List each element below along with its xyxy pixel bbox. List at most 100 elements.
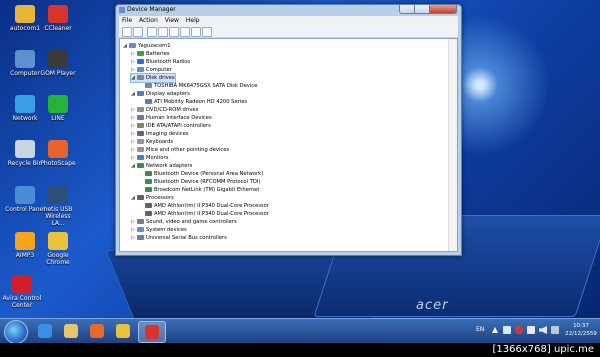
device-category[interactable]: ▷ Human Interface Devices bbox=[131, 114, 212, 122]
device-label: Bluetooth Radios bbox=[146, 59, 191, 65]
taskbar-ie-button[interactable] bbox=[32, 321, 58, 341]
device-label: DVD/CD-ROM drives bbox=[146, 107, 199, 113]
gom-player-icon bbox=[48, 50, 68, 68]
desktop-icon-gom-player[interactable]: GOM Player bbox=[38, 50, 78, 77]
device-category[interactable]: ▷ Sound, video and game controllers bbox=[131, 218, 237, 226]
control-panel-icon bbox=[15, 186, 35, 204]
computer-icon bbox=[15, 50, 35, 68]
avira-tray-icon[interactable] bbox=[515, 326, 523, 334]
device-icon bbox=[137, 59, 144, 64]
explorer-icon bbox=[64, 324, 78, 338]
recycle-bin-icon bbox=[15, 140, 35, 158]
desktop-icon-netis[interactable]: netis USB Wireless LA... bbox=[38, 186, 78, 227]
device-category[interactable]: ◢ Disk drives bbox=[130, 73, 176, 83]
back-arrow-icon[interactable] bbox=[122, 27, 132, 37]
device-category[interactable]: ▷ Batteries bbox=[131, 50, 169, 58]
device-category[interactable]: ▷ Keyboards bbox=[131, 138, 173, 146]
network-tray-icon[interactable] bbox=[527, 326, 535, 334]
device-category[interactable]: ▷ Mice and other pointing devices bbox=[131, 146, 229, 154]
update-driver-icon[interactable] bbox=[191, 27, 201, 37]
watermark-text: [1366x768] upic.me bbox=[492, 344, 594, 355]
device-item[interactable]: ATI Mobility Radeon HD 4200 Series bbox=[139, 98, 247, 106]
action-center-flag-icon[interactable] bbox=[503, 326, 511, 334]
device-category[interactable]: ▷ Imaging devices bbox=[131, 130, 188, 138]
start-button[interactable] bbox=[4, 320, 28, 343]
taskbar-chrome-button[interactable] bbox=[110, 321, 136, 341]
maximize-button[interactable] bbox=[414, 5, 430, 14]
desktop-icon-chrome[interactable]: Google Chrome bbox=[38, 232, 78, 266]
device-label: AMD Athlon(tm) II P340 Dual-Core Process… bbox=[154, 211, 269, 217]
avira-icon bbox=[12, 275, 32, 293]
device-category[interactable]: ◢ Network adapters bbox=[131, 162, 192, 170]
device-icon bbox=[137, 115, 144, 120]
device-icon bbox=[145, 83, 152, 88]
device-label: IDE ATA/ATAPI controllers bbox=[146, 123, 211, 129]
menu-view[interactable]: View bbox=[165, 17, 179, 24]
device-category[interactable]: ◢ Display adapters bbox=[131, 90, 190, 98]
device-label: Imaging devices bbox=[146, 131, 189, 137]
desktop-icon-avira[interactable]: Avira Control Center bbox=[2, 275, 42, 309]
desktop-icon-label: Google Chrome bbox=[46, 252, 70, 266]
device-icon bbox=[137, 51, 144, 56]
device-category[interactable]: ◢ Processors bbox=[131, 194, 174, 202]
properties-icon[interactable] bbox=[158, 27, 168, 37]
desktop-icon-ccleaner[interactable]: CCleaner bbox=[38, 5, 78, 32]
device-label: Bluetooth Device (Personal Area Network) bbox=[154, 171, 264, 177]
taskbar-device-manager-button[interactable] bbox=[138, 321, 166, 343]
device-category[interactable]: ▷ Universal Serial Bus controllers bbox=[131, 234, 227, 242]
tree-root[interactable]: ◢ Yaguzacom1 bbox=[123, 42, 171, 50]
language-indicator[interactable]: EN bbox=[476, 326, 484, 333]
device-icon bbox=[145, 187, 152, 192]
taskbar-explorer-button[interactable] bbox=[58, 321, 84, 341]
menu-file[interactable]: File bbox=[122, 17, 132, 24]
device-category[interactable]: ▷ Computer bbox=[131, 66, 172, 74]
chrome-icon bbox=[48, 232, 68, 250]
wallpaper-acer-logo: acer bbox=[416, 298, 449, 313]
desktop-icon-label: LINE bbox=[51, 115, 65, 122]
desktop-icon-photoscape[interactable]: PhotoScape bbox=[38, 140, 78, 167]
device-icon bbox=[145, 211, 152, 216]
desktop-icon-label: netis USB Wireless LA... bbox=[43, 206, 73, 227]
device-category[interactable]: ▷ IDE ATA/ATAPI controllers bbox=[131, 122, 211, 130]
battery-icon[interactable] bbox=[551, 326, 559, 334]
device-manager-title-icon bbox=[119, 7, 125, 13]
show-hidden-icons-icon[interactable] bbox=[492, 327, 498, 333]
desktop-icon-label: PhotoScape bbox=[40, 160, 76, 167]
device-item[interactable]: Broadcom NetLink (TM) Gigabit Ethernet bbox=[139, 186, 259, 194]
clock[interactable]: 10:37 22/12/2559 bbox=[562, 322, 600, 338]
device-category[interactable]: ▷ Bluetooth Radios bbox=[131, 58, 190, 66]
menu-action[interactable]: Action bbox=[139, 17, 158, 24]
device-label: System devices bbox=[146, 227, 187, 233]
device-tree[interactable]: ◢ Yaguzacom1 ▷ Batteries ▷ Bluetooth Radios ▷ C… bbox=[119, 38, 458, 252]
device-icon bbox=[137, 75, 144, 80]
title-bar[interactable]: Device Manager bbox=[116, 5, 461, 16]
device-icon bbox=[137, 67, 144, 72]
vertical-scrollbar[interactable] bbox=[448, 39, 457, 251]
device-category[interactable]: ▷ DVD/CD-ROM drives bbox=[131, 106, 198, 114]
close-button[interactable] bbox=[429, 5, 457, 14]
device-label: Universal Serial Bus controllers bbox=[146, 235, 227, 241]
help-icon[interactable] bbox=[169, 27, 179, 37]
device-item[interactable]: AMD Athlon(tm) II P340 Dual-Core Process… bbox=[139, 202, 269, 210]
scan-hardware-icon[interactable] bbox=[180, 27, 190, 37]
device-category[interactable]: ▷ Monitors bbox=[131, 154, 168, 162]
volume-icon[interactable] bbox=[539, 326, 547, 334]
taskbar-media-player-button[interactable] bbox=[84, 321, 110, 341]
device-label: AMD Athlon(tm) II P340 Dual-Core Process… bbox=[154, 203, 269, 209]
device-item[interactable]: Bluetooth Device (Personal Area Network) bbox=[139, 170, 263, 178]
device-item[interactable]: AMD Athlon(tm) II P340 Dual-Core Process… bbox=[139, 210, 269, 218]
device-icon bbox=[137, 235, 144, 240]
desktop-icon-line[interactable]: LINE bbox=[38, 95, 78, 122]
device-category[interactable]: ▷ System devices bbox=[131, 226, 187, 234]
menu-help[interactable]: Help bbox=[186, 17, 200, 24]
chrome-icon bbox=[116, 324, 130, 338]
desktop-icon-label: Avira Control Center bbox=[2, 295, 42, 309]
show-hide-console-tree-icon[interactable] bbox=[147, 27, 157, 37]
uninstall-device-icon[interactable] bbox=[202, 27, 212, 37]
minimize-button[interactable] bbox=[399, 5, 415, 14]
device-item[interactable]: TOSHIBA MK6475GSX SATA Disk Device bbox=[139, 82, 257, 90]
device-icon bbox=[137, 91, 144, 96]
device-manager-window[interactable]: Device Manager File Action View Help ◢ Ya… bbox=[115, 4, 462, 256]
device-item[interactable]: Bluetooth Device (RFCOMM Protocol TDI) bbox=[139, 178, 260, 186]
forward-arrow-icon[interactable] bbox=[133, 27, 143, 37]
